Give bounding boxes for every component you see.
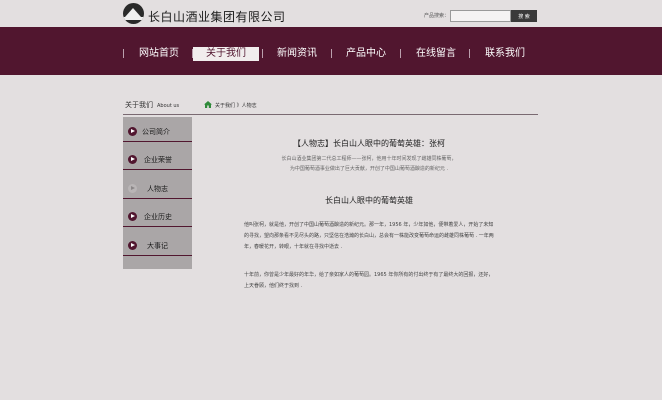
sidebar-item-honors[interactable]: 企业荣誉 <box>123 152 192 170</box>
section-title-en: About us <box>157 103 180 109</box>
mountain-logo-icon[interactable] <box>123 3 144 24</box>
arrow-bullet-icon <box>128 127 137 136</box>
divider <box>123 169 192 170</box>
nav-separator <box>262 49 263 58</box>
search-label: 产品搜索： <box>424 13 450 19</box>
article-paragraph: 他叫张柯，就是他，开创了中国山葡萄酒酿造的新纪元。那一年，1956 年，少年如他… <box>244 222 494 250</box>
search-button[interactable]: 搜 索 <box>511 10 537 22</box>
arrow-bullet-icon <box>128 184 137 193</box>
divider <box>123 255 192 256</box>
article-title: 【人物志】长白山人眼中的葡萄英雄：张柯 <box>293 139 445 148</box>
nav-item-news[interactable]: 新闻资讯 <box>277 47 317 61</box>
article-intro: 长白山酒业集团第二代总工程师——张柯，他用十年时间发现了雌雄同株葡萄， 为中国葡… <box>200 154 538 174</box>
divider <box>123 141 192 142</box>
arrow-bullet-icon <box>128 241 137 250</box>
sidebar-item-label: 公司简介 <box>142 128 170 136</box>
sidebar: 公司简介 企业荣誉 人物志 企业历史 大事记 <box>123 117 192 269</box>
sidebar-item-people[interactable]: 人物志 <box>123 181 192 199</box>
section-title: 关于我们 About us <box>125 100 179 110</box>
divider <box>123 198 192 199</box>
company-name: 长白山酒业集团有限公司 <box>148 10 286 24</box>
main-nav: 网站首页 关于我们 新闻资讯 产品中心 在线留言 联系我们 <box>0 27 662 75</box>
sidebar-item-history[interactable]: 企业历史 <box>123 209 192 227</box>
sidebar-item-label: 大事记 <box>147 242 168 250</box>
home-icon[interactable] <box>204 101 212 108</box>
nav-item-contact[interactable]: 联系我们 <box>485 47 525 61</box>
nav-item-about[interactable]: 关于我们 <box>193 47 259 61</box>
breadcrumb: 关于我们 》人物志 <box>215 103 257 109</box>
site-header: 长白山酒业集团有限公司 产品搜索： 搜 索 <box>0 0 662 27</box>
section-title-cn: 关于我们 <box>125 101 153 109</box>
arrow-bullet-icon <box>128 212 137 221</box>
article-paragraph: 十年前，你曾是少年最好的年华，给了亲如家人的葡萄园。1965 年你所有的付出终于… <box>244 272 494 289</box>
nav-separator <box>331 49 332 58</box>
nav-item-home[interactable]: 网站首页 <box>139 47 179 61</box>
nav-item-message[interactable]: 在线留言 <box>416 47 456 61</box>
intro-line: 为中国葡萄酒事业做出了巨大贡献，开创了中国山葡萄酒酿造的新纪元 . <box>289 166 449 172</box>
sidebar-item-label: 人物志 <box>147 185 168 193</box>
nav-separator <box>400 49 401 58</box>
sidebar-item-company-intro[interactable]: 公司简介 <box>123 124 192 142</box>
divider <box>123 226 192 227</box>
sidebar-item-label: 企业荣誉 <box>144 156 172 164</box>
sidebar-item-milestones[interactable]: 大事记 <box>123 238 192 256</box>
article-subtitle: 长白山人眼中的葡萄英雄 <box>325 196 413 205</box>
nav-item-products[interactable]: 产品中心 <box>346 47 386 61</box>
nav-separator <box>469 49 470 58</box>
intro-line: 长白山酒业集团第二代总工程师——张柯，他用十年时间发现了雌雄同株葡萄， <box>281 156 457 162</box>
search-input[interactable] <box>450 10 511 22</box>
sidebar-item-label: 企业历史 <box>144 213 172 221</box>
divider <box>123 114 538 115</box>
arrow-bullet-icon <box>128 155 137 164</box>
nav-separator <box>123 49 124 58</box>
